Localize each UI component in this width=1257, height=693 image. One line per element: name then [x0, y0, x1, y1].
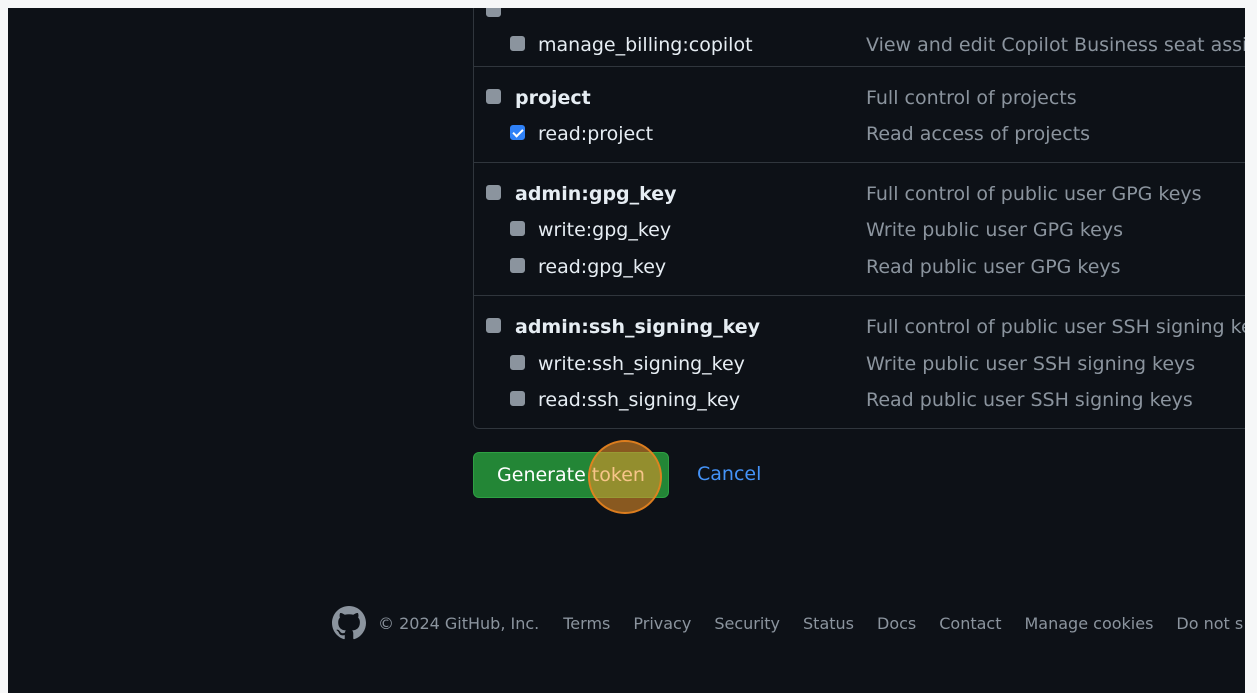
- scope-checkbox[interactable]: [486, 185, 501, 200]
- scope-checkbox[interactable]: [510, 391, 525, 406]
- scope-row-admin-gpg-key[interactable]: admin:gpg_key Full control of public use…: [474, 181, 1245, 211]
- scope-row-parent[interactable]: [474, 8, 1245, 32]
- scope-description: Read public user GPG keys: [866, 256, 1121, 278]
- footer: © 2024 GitHub, Inc. Terms Privacy Securi…: [332, 606, 1245, 640]
- generate-token-button[interactable]: Generate token: [473, 452, 669, 498]
- footer-copyright: © 2024 GitHub, Inc.: [378, 613, 540, 633]
- scope-checkbox[interactable]: [510, 355, 525, 370]
- scope-name: project: [515, 87, 591, 109]
- scope-name: admin:gpg_key: [515, 183, 677, 205]
- footer-link-docs[interactable]: Docs: [877, 614, 916, 633]
- scope-checkbox[interactable]: [486, 89, 501, 104]
- scopes-list: manage_billing:copilot View and edit Cop…: [473, 8, 1245, 429]
- scope-description: Read access of projects: [866, 123, 1091, 145]
- github-mark-icon[interactable]: [332, 606, 366, 640]
- scope-name: read:ssh_signing_key: [538, 389, 740, 411]
- scope-group-copilot: manage_billing:copilot View and edit Cop…: [474, 8, 1245, 66]
- scope-name: write:gpg_key: [538, 219, 672, 241]
- scope-group-ssh-signing-key: admin:ssh_signing_key Full control of pu…: [474, 295, 1245, 431]
- scope-group-project: project Full control of projects read:pr…: [474, 66, 1245, 163]
- scope-checkbox[interactable]: [510, 36, 525, 51]
- scope-row-write-ssh-signing-key[interactable]: write:ssh_signing_key Write public user …: [474, 351, 1245, 381]
- scope-row-write-gpg-key[interactable]: write:gpg_key Write public user GPG keys: [474, 217, 1245, 247]
- app-screen: manage_billing:copilot View and edit Cop…: [8, 8, 1245, 693]
- footer-link-status[interactable]: Status: [803, 614, 854, 633]
- footer-link-privacy[interactable]: Privacy: [633, 614, 691, 633]
- scope-row-admin-ssh-signing-key[interactable]: admin:ssh_signing_key Full control of pu…: [474, 314, 1245, 344]
- footer-link-manage-cookies[interactable]: Manage cookies: [1025, 614, 1154, 633]
- footer-link-contact[interactable]: Contact: [939, 614, 1001, 633]
- scope-description: Full control of public user SSH signing …: [866, 316, 1245, 338]
- scope-description: Write public user SSH signing keys: [866, 353, 1196, 375]
- scope-row-project[interactable]: project Full control of projects: [474, 85, 1245, 115]
- scope-name: manage_billing:copilot: [538, 34, 753, 56]
- scope-checkbox[interactable]: [486, 8, 501, 17]
- scope-checkbox[interactable]: [486, 318, 501, 333]
- footer-link-do-not-share[interactable]: Do not s: [1176, 614, 1243, 633]
- scope-row-read-project[interactable]: read:project Read access of projects: [474, 121, 1245, 151]
- scope-row-read-gpg-key[interactable]: read:gpg_key Read public user GPG keys: [474, 254, 1245, 284]
- footer-link-terms[interactable]: Terms: [563, 614, 610, 633]
- scope-description: View and edit Copilot Business seat assi…: [866, 34, 1245, 56]
- scope-row-read-ssh-signing-key[interactable]: read:ssh_signing_key Read public user SS…: [474, 387, 1245, 417]
- scope-description: Read public user SSH signing keys: [866, 389, 1193, 411]
- scope-name: write:ssh_signing_key: [538, 353, 745, 375]
- scope-description: Full control of projects: [866, 87, 1077, 109]
- scope-name: admin:ssh_signing_key: [515, 316, 760, 338]
- scope-checkbox-checked[interactable]: [510, 125, 525, 140]
- scope-name: read:gpg_key: [538, 256, 667, 278]
- scope-group-gpg-key: admin:gpg_key Full control of public use…: [474, 162, 1245, 296]
- scope-checkbox[interactable]: [510, 258, 525, 273]
- footer-link-security[interactable]: Security: [714, 614, 780, 633]
- cancel-link[interactable]: Cancel: [697, 463, 761, 485]
- scope-row-manage-billing-copilot[interactable]: manage_billing:copilot View and edit Cop…: [474, 32, 1245, 62]
- scope-checkbox[interactable]: [510, 221, 525, 236]
- scope-description: Write public user GPG keys: [866, 219, 1123, 241]
- scope-name: read:project: [538, 123, 654, 145]
- scope-description: Full control of public user GPG keys: [866, 183, 1202, 205]
